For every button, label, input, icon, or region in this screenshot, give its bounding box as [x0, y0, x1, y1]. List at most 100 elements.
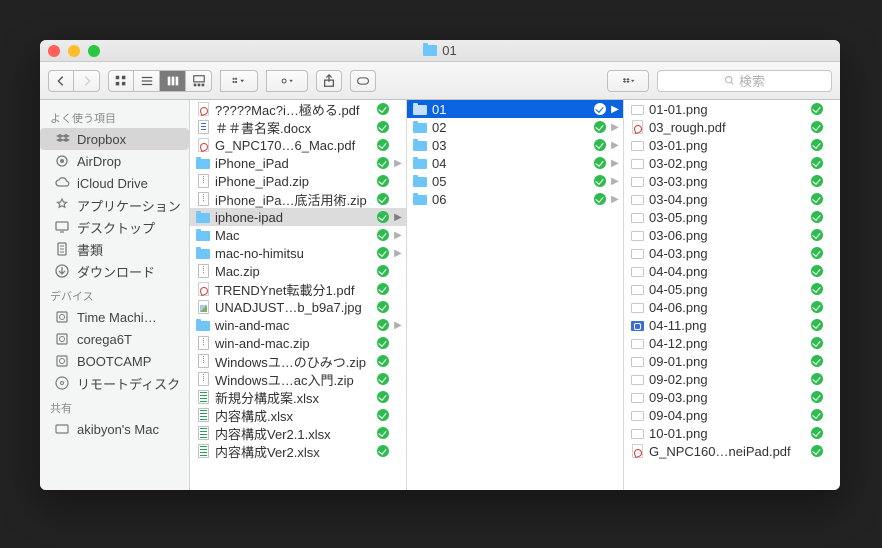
sidebar-item[interactable]: アプリケーション [40, 194, 189, 216]
sync-status-icon [377, 103, 389, 115]
file-row[interactable]: 01▶ [407, 100, 623, 118]
file-row[interactable]: 03-05.png [624, 208, 840, 226]
sidebar-item[interactable]: Time Machi… [40, 306, 189, 328]
sync-status-icon [811, 211, 823, 223]
file-row[interactable]: UNADJUST…b_b9a7.jpg [190, 298, 406, 316]
sync-status-icon [811, 355, 823, 367]
file-row[interactable]: 04-03.png [624, 244, 840, 262]
column-2[interactable]: 01-01.png03_rough.pdf03-01.png03-02.png0… [624, 100, 840, 490]
file-row[interactable]: 02▶ [407, 118, 623, 136]
sidebar-item[interactable]: akibyon's Mac [40, 418, 189, 440]
list-view-button[interactable] [134, 70, 160, 92]
close-button[interactable] [48, 45, 60, 57]
sidebar-item[interactable]: iCloud Drive [40, 172, 189, 194]
column-1[interactable]: 01▶02▶03▶04▶05▶06▶ [407, 100, 624, 490]
file-row[interactable]: Mac▶ [190, 226, 406, 244]
file-row[interactable]: win-and-mac.zip [190, 334, 406, 352]
sidebar-item[interactable]: リモートディスク [40, 372, 189, 394]
file-row[interactable]: 04-11.png [624, 316, 840, 334]
file-row[interactable]: 09-03.png [624, 388, 840, 406]
file-row[interactable]: 04▶ [407, 154, 623, 172]
file-name: win-and-mac.zip [215, 336, 372, 351]
file-row[interactable]: G_NPC170…6_Mac.pdf [190, 136, 406, 154]
file-row[interactable]: 内容構成Ver2.1.xlsx [190, 424, 406, 442]
dropbox-menu-button[interactable] [607, 70, 649, 92]
png-icon [630, 102, 644, 116]
png-icon [630, 300, 644, 314]
pdf-icon [196, 102, 210, 116]
file-row[interactable]: 内容構成Ver2.xlsx [190, 442, 406, 460]
icon-view-button[interactable] [108, 70, 134, 92]
file-row[interactable]: 06▶ [407, 190, 623, 208]
file-row[interactable]: win-and-mac▶ [190, 316, 406, 334]
disclosure-arrow-icon: ▶ [611, 104, 619, 115]
file-row[interactable]: 05▶ [407, 172, 623, 190]
file-row[interactable]: 01-01.png [624, 100, 840, 118]
column-0[interactable]: ?????Mac?i…極める.pdf＃＃書名案.docxG_NPC170…6_M… [190, 100, 407, 490]
file-row[interactable]: iPhone_iPad.zip [190, 172, 406, 190]
column-view-button[interactable] [160, 70, 186, 92]
file-row[interactable]: 04-06.png [624, 298, 840, 316]
sidebar-item[interactable]: AirDrop [40, 150, 189, 172]
sidebar-item[interactable]: ダウンロード [40, 260, 189, 282]
titlebar[interactable]: 01 [40, 40, 840, 62]
file-row[interactable]: Mac.zip [190, 262, 406, 280]
sidebar-item[interactable]: 書類 [40, 238, 189, 260]
file-row[interactable]: Windowsユ…のひみつ.zip [190, 352, 406, 370]
sidebar[interactable]: よく使う項目DropboxAirDropiCloud Driveアプリケーション… [40, 100, 190, 490]
file-row[interactable]: mac-no-himitsu▶ [190, 244, 406, 262]
sidebar-item[interactable]: BOOTCAMP [40, 350, 189, 372]
file-name: UNADJUST…b_b9a7.jpg [215, 300, 372, 315]
minimize-button[interactable] [68, 45, 80, 57]
file-row[interactable]: iPhone_iPa…底活用術.zip [190, 190, 406, 208]
file-row[interactable]: iphone-ipad▶ [190, 208, 406, 226]
file-row[interactable]: 09-02.png [624, 370, 840, 388]
sidebar-item[interactable]: Dropbox [40, 128, 189, 150]
file-name: 04-06.png [649, 300, 806, 315]
file-row[interactable]: 03-04.png [624, 190, 840, 208]
disclosure-arrow-icon: ▶ [611, 194, 619, 205]
file-row[interactable]: 内容構成.xlsx [190, 406, 406, 424]
file-row[interactable]: 10-01.png [624, 424, 840, 442]
action-group [266, 70, 308, 92]
share-button[interactable] [316, 70, 342, 92]
arrange-button[interactable] [220, 70, 258, 92]
zip-icon [196, 372, 210, 386]
file-name: 09-04.png [649, 408, 806, 423]
tags-button[interactable] [350, 70, 376, 92]
file-row[interactable]: iPhone_iPad▶ [190, 154, 406, 172]
file-row[interactable]: 04-05.png [624, 280, 840, 298]
file-row[interactable]: 04-12.png [624, 334, 840, 352]
file-row[interactable]: ＃＃書名案.docx [190, 118, 406, 136]
sync-status-icon [811, 121, 823, 133]
file-row[interactable]: 03-06.png [624, 226, 840, 244]
file-row[interactable]: 新規分構成案.xlsx [190, 388, 406, 406]
zoom-button[interactable] [88, 45, 100, 57]
gallery-view-button[interactable] [186, 70, 212, 92]
file-row[interactable]: 03-03.png [624, 172, 840, 190]
sync-status-icon [377, 157, 389, 169]
file-row[interactable]: 09-01.png [624, 352, 840, 370]
file-row[interactable]: 09-04.png [624, 406, 840, 424]
sidebar-item[interactable]: corega6T [40, 328, 189, 350]
file-row[interactable]: Windowsユ…ac入門.zip [190, 370, 406, 388]
file-name: 04-05.png [649, 282, 806, 297]
forward-button[interactable] [74, 70, 100, 92]
search-field[interactable]: 検索 [657, 70, 832, 92]
file-row[interactable]: 03-02.png [624, 154, 840, 172]
file-row[interactable]: 03-01.png [624, 136, 840, 154]
file-row[interactable]: ?????Mac?i…極める.pdf [190, 100, 406, 118]
file-row[interactable]: 03_rough.pdf [624, 118, 840, 136]
file-row[interactable]: TRENDYnet転載分1.pdf [190, 280, 406, 298]
file-row[interactable]: 03▶ [407, 136, 623, 154]
sidebar-item[interactable]: デスクトップ [40, 216, 189, 238]
sync-status-icon [811, 391, 823, 403]
file-row[interactable]: 04-04.png [624, 262, 840, 280]
sync-status-icon [377, 391, 389, 403]
back-button[interactable] [48, 70, 74, 92]
file-name: 10-01.png [649, 426, 806, 441]
sync-status-icon [377, 211, 389, 223]
sync-status-icon [377, 121, 389, 133]
action-button[interactable] [266, 70, 308, 92]
file-row[interactable]: G_NPC160…neiPad.pdf [624, 442, 840, 460]
